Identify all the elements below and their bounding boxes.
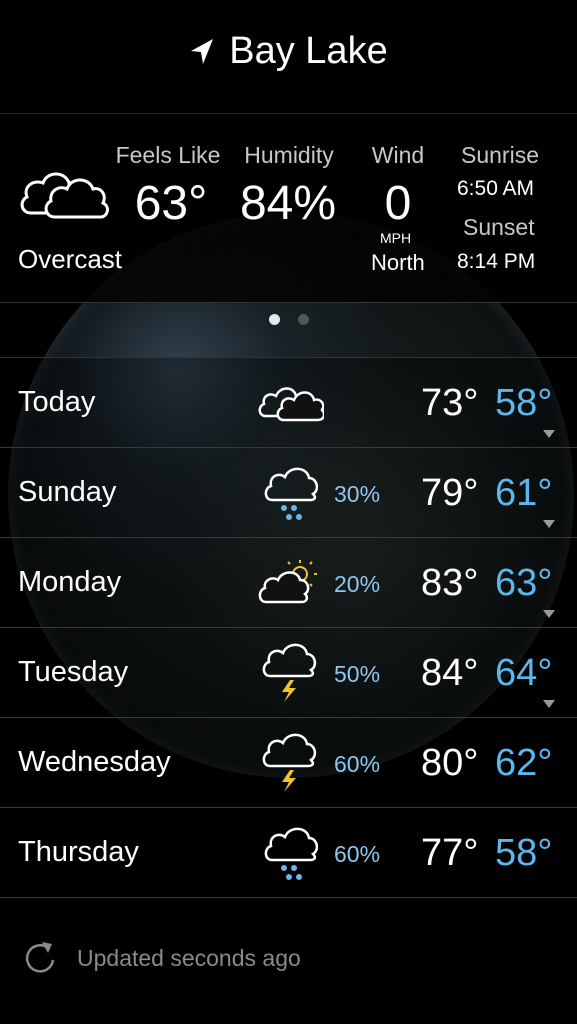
chevron-down-icon[interactable] <box>543 520 555 528</box>
high-temp: 77° <box>421 832 479 874</box>
cloud-icon <box>258 387 324 422</box>
high-temp: 80° <box>421 742 479 784</box>
wind-unit: MPH <box>380 230 412 246</box>
forecast-day: Thursday <box>18 836 139 868</box>
forecast-day: Today <box>18 386 96 418</box>
low-temp: 64° <box>495 652 553 694</box>
rain-icon <box>264 467 318 520</box>
wind-direction: North <box>371 250 425 275</box>
wind-label: Wind <box>371 142 425 168</box>
page-dot-active[interactable] <box>269 314 280 325</box>
chevron-down-icon[interactable] <box>543 430 555 438</box>
thunderstorm-icon <box>262 643 317 702</box>
high-temp: 79° <box>421 472 479 514</box>
humidity-value: 84% <box>239 177 337 230</box>
page-dot-inactive[interactable] <box>298 314 309 325</box>
forecast-row[interactable]: Tuesday 50% 84° 64° <box>0 628 577 718</box>
sunrise-time: 6:50 AM <box>457 177 535 200</box>
chevron-down-icon[interactable] <box>543 610 555 618</box>
forecast-row[interactable]: Sunday 30% 79° 61° <box>0 448 577 538</box>
precip-chance: 60% <box>334 751 381 777</box>
sunset-label: Sunset <box>463 214 535 240</box>
wind-speed-value: 0 <box>384 177 412 230</box>
update-status: Updated seconds ago <box>77 945 301 971</box>
feels-like-value: 63° <box>134 177 208 230</box>
refresh-icon[interactable] <box>22 938 58 976</box>
humidity-label: Humidity <box>244 142 334 168</box>
feels-like-label: Feels Like <box>115 142 221 168</box>
high-temp: 84° <box>421 652 479 694</box>
cloud-icon <box>20 172 109 219</box>
chevron-down-icon[interactable] <box>543 700 555 708</box>
location-title[interactable]: Bay Lake <box>0 30 577 73</box>
forecast-list: Today 73° 58° Sunday 30% 79° 61° Monday <box>0 357 577 898</box>
low-temp: 58° <box>495 832 553 874</box>
forecast-row[interactable]: Thursday 60% 77° 58° <box>0 808 577 898</box>
precip-chance: 30% <box>334 481 381 507</box>
low-temp: 61° <box>495 472 553 514</box>
forecast-day: Sunday <box>18 476 117 508</box>
condition-text: Overcast <box>18 244 123 274</box>
rain-icon <box>264 827 318 880</box>
precip-chance: 60% <box>334 841 381 867</box>
header-bar: Bay Lake <box>0 0 577 114</box>
low-temp: 58° <box>495 382 553 424</box>
forecast-day: Tuesday <box>18 656 129 688</box>
forecast-row[interactable]: Wednesday 60% 80° 62° <box>0 718 577 808</box>
sunrise-label: Sunrise <box>461 142 539 168</box>
page-indicator[interactable] <box>0 314 577 326</box>
precip-chance: 50% <box>334 661 381 687</box>
location-arrow-icon <box>191 38 214 64</box>
forecast-day: Monday <box>18 566 122 598</box>
low-temp: 62° <box>495 742 553 784</box>
thunderstorm-icon <box>262 733 317 792</box>
forecast-day: Wednesday <box>18 746 171 778</box>
location-name: Bay Lake <box>229 30 388 72</box>
high-temp: 83° <box>421 562 479 604</box>
low-temp: 63° <box>495 562 553 604</box>
partly-sunny-icon <box>258 560 317 604</box>
forecast-row[interactable]: Monday 20% 83° 63° <box>0 538 577 628</box>
precip-chance: 20% <box>334 571 381 597</box>
forecast-row[interactable]: Today 73° 58° <box>0 358 577 448</box>
sunset-time: 8:14 PM <box>457 250 536 273</box>
high-temp: 73° <box>421 382 479 424</box>
